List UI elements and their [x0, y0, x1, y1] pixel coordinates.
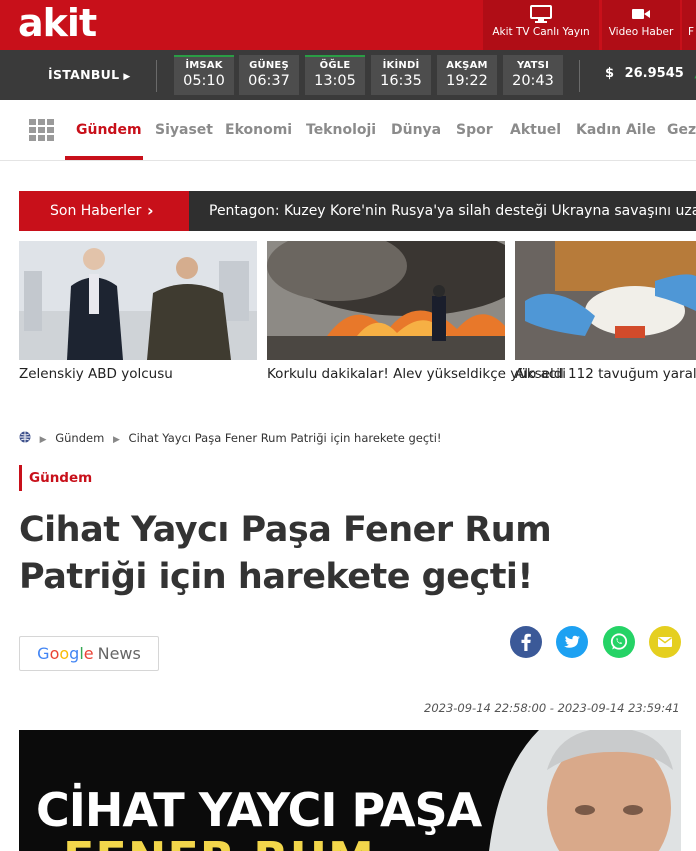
video-news-label: Video Haber [608, 26, 674, 38]
twitter-share-button[interactable] [556, 626, 588, 658]
news-photo-fire [267, 241, 505, 360]
news-caption: Alo acil 112 tavuğum yaralandı [515, 366, 696, 382]
main-nav: Gündem Siyaset Ekonomi Teknoloji Dünya S… [0, 100, 696, 161]
nav-siyaset[interactable]: Siyaset [155, 122, 213, 138]
facebook-icon [521, 633, 531, 651]
news-photo-biden-zelenskiy [19, 241, 257, 360]
nav-dunya[interactable]: Dünya [391, 122, 441, 138]
nav-spor[interactable]: Spor [456, 122, 493, 138]
prayer-name: YATSI [517, 60, 549, 71]
site-logo[interactable]: akit [18, 1, 97, 45]
google-logo-letter: g [69, 644, 80, 663]
prayer-time-imsak: İMSAK 05:10 [174, 55, 234, 95]
nav-kadin-aile[interactable]: Kadın Aile [576, 122, 656, 138]
google-news-button[interactable]: Google News [19, 636, 159, 671]
live-tv-button[interactable]: Akit TV Canlı Yayın [483, 0, 599, 50]
tv-icon [530, 5, 552, 23]
news-card[interactable]: Zelenskiy ABD yolcusu [19, 241, 257, 383]
prayer-time-value: 19:22 [446, 73, 488, 89]
prayer-name: ÖĞLE [319, 60, 351, 71]
top-header: akit Akit TV Canlı Yayın Video Haber F [0, 0, 696, 50]
breaking-news-bar: Son Haberler › Pentagon: Kuzey Kore'nin … [19, 191, 696, 231]
nav-gezi[interactable]: Gezi [667, 122, 696, 138]
nav-gundem[interactable]: Gündem [76, 122, 142, 138]
whatsapp-icon [610, 633, 628, 650]
video-news-button[interactable]: Video Haber [602, 0, 680, 50]
live-tv-label: Akit TV Canlı Yayın [492, 26, 590, 38]
article-category[interactable]: Gündem [19, 465, 92, 491]
prayer-name: GÜNEŞ [249, 60, 289, 71]
grid-menu-icon[interactable] [29, 119, 54, 141]
news-caption: Zelenskiy ABD yolcusu [19, 366, 173, 382]
prayer-time-yatsi: YATSI 20:43 [503, 55, 563, 95]
prayer-name: İMSAK [185, 60, 223, 71]
city-name: İSTANBUL [48, 67, 120, 82]
nav-aktuel[interactable]: Aktuel [510, 122, 561, 138]
city-selector[interactable]: İSTANBUL ▶ [48, 67, 131, 82]
google-logo-letter: o [59, 644, 70, 663]
prayer-time-aksam: AKŞAM 19:22 [437, 55, 497, 95]
caret-right-icon: ▶ [112, 435, 120, 445]
currency-value: 26.9545 [624, 66, 684, 81]
breaking-news-title: Son Haberler [50, 203, 142, 219]
breadcrumb: ▶ Gündem ▶ Cihat Yaycı Paşa Fener Rum Pa… [19, 431, 442, 445]
dollar-icon: $ [605, 66, 615, 81]
caret-right-icon: ▶ [39, 435, 47, 445]
news-card[interactable]: Alo acil 112 tavuğum yaralandı [515, 241, 696, 383]
prayer-name: AKŞAM [446, 60, 488, 71]
chevron-right-icon: › [147, 201, 154, 220]
nav-ekonomi[interactable]: Ekonomi [225, 122, 292, 138]
google-news-label: News [97, 644, 141, 663]
whatsapp-share-button[interactable] [603, 626, 635, 658]
prayer-time-value: 20:43 [512, 73, 554, 89]
breaking-news-headline[interactable]: Pentagon: Kuzey Kore'nin Rusya'ya silah … [209, 191, 696, 231]
breadcrumb-gundem[interactable]: Gündem [55, 431, 104, 445]
prayer-time-ogle: ÖĞLE 13:05 [305, 55, 365, 95]
twitter-icon [564, 635, 580, 648]
prayer-name: İKİNDİ [382, 60, 420, 71]
nav-active-indicator [65, 156, 143, 160]
breadcrumb-current: Cihat Yaycı Paşa Fener Rum Patriği için … [128, 431, 442, 445]
more-header-label: F [688, 26, 695, 38]
divider [156, 60, 157, 92]
prayer-time-value: 13:05 [314, 73, 356, 89]
google-logo-letter: o [49, 644, 60, 663]
facebook-share-button[interactable] [510, 626, 542, 658]
caret-right-icon: ▶ [123, 72, 131, 82]
hero-title-line1: CİHAT YAYCI PAŞA [36, 783, 482, 837]
hero-title-line2: FENER RUM [63, 834, 375, 851]
news-photo-chicken [515, 241, 696, 360]
prayer-time-gunes: GÜNEŞ 06:37 [239, 55, 299, 95]
prayer-time-ikindi: İKİNDİ 16:35 [371, 55, 431, 95]
article-title: Cihat Yaycı Paşa Fener Rum Patriği için … [19, 510, 552, 597]
prayer-time-value: 05:10 [183, 73, 225, 89]
email-share-button[interactable] [649, 626, 681, 658]
currency-ticker[interactable]: $ 26.9545 ▲ [605, 66, 696, 81]
more-header-button[interactable]: F [682, 0, 696, 50]
email-icon [658, 637, 672, 647]
google-logo-letter: G [37, 644, 50, 663]
divider [579, 60, 580, 92]
prayer-times-bar: İSTANBUL ▶ İMSAK 05:10 GÜNEŞ 06:37 ÖĞLE 1… [0, 50, 696, 100]
prayer-time-value: 16:35 [380, 73, 422, 89]
nav-teknoloji[interactable]: Teknoloji [306, 122, 376, 138]
google-logo-letter: e [83, 644, 94, 663]
video-camera-icon [632, 9, 650, 19]
breaking-news-label[interactable]: Son Haberler › [19, 191, 189, 231]
globe-icon[interactable] [19, 431, 31, 443]
prayer-time-value: 06:37 [248, 73, 290, 89]
article-dates: 2023-09-14 22:58:00 - 2023-09-14 23:59:4… [424, 701, 680, 715]
article-hero-image: CİHAT YAYCI PAŞA FENER RUM [19, 730, 681, 851]
